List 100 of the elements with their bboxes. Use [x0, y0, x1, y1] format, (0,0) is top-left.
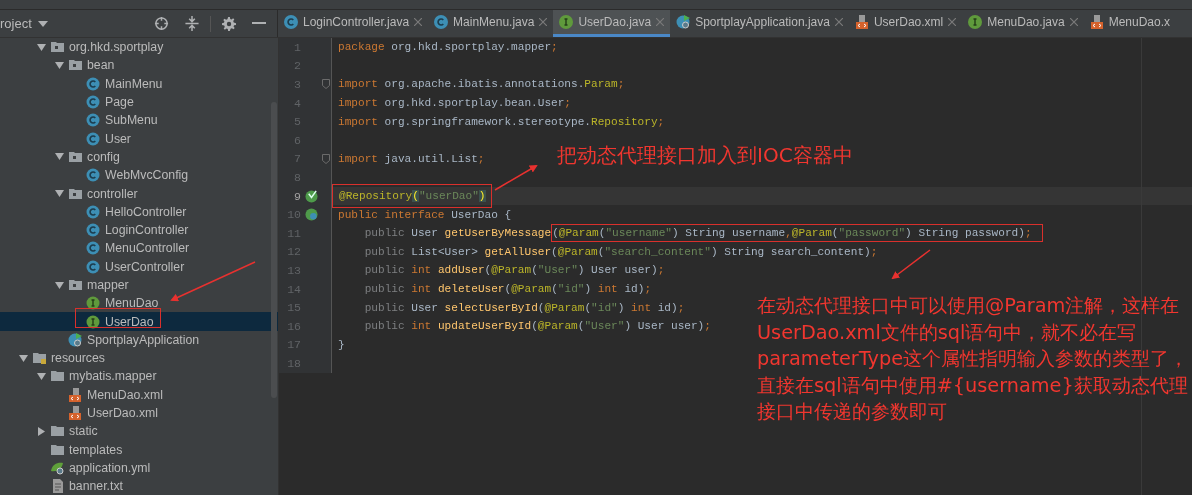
tree-item[interactable]: HelloController: [0, 202, 278, 221]
tree-item[interactable]: User: [0, 129, 278, 148]
fold-icon[interactable]: [322, 79, 330, 90]
code-line: public int updateUserById(@Param("User") User user);: [364, 320, 711, 333]
close-icon[interactable]: [539, 18, 548, 26]
collapse-arrow-icon[interactable]: [37, 426, 45, 436]
editor-tab[interactable]: UserDao.java: [553, 10, 671, 37]
fold-icon[interactable]: [322, 153, 330, 164]
close-icon[interactable]: [1069, 18, 1078, 26]
txt-icon: [50, 479, 65, 494]
expand-arrow-icon[interactable]: [54, 153, 64, 161]
tree-item[interactable]: mapper: [0, 275, 278, 295]
code-line: public User getUserByMessage(@Param("username") String username,@Param("password") String password);: [364, 227, 1043, 240]
callout-arrow: [891, 249, 931, 280]
tree-item[interactable]: application.yml: [0, 458, 278, 478]
tree-item[interactable]: config: [0, 147, 278, 167]
class-icon: [86, 259, 101, 274]
folder-icon: [50, 369, 65, 384]
expand-arrow-icon[interactable]: [36, 373, 46, 380]
package-icon: [68, 186, 83, 201]
class-file-icon: [434, 15, 449, 29]
class-icon: [86, 113, 101, 128]
minimize-icon[interactable]: [252, 22, 266, 25]
editor-tab[interactable]: MenuDao.java: [962, 10, 1084, 37]
locate-icon[interactable]: [154, 16, 169, 31]
class-icon: [86, 95, 101, 110]
editor-tab[interactable]: MenuDao.x: [1083, 10, 1177, 37]
code-line: public List<User> getAllUser(@Param("search_content") String search_content);: [364, 245, 878, 258]
tree-item[interactable]: MenuController: [0, 239, 278, 258]
package-icon: [68, 149, 83, 164]
code-line: import java.util.List;: [338, 152, 485, 165]
class-icon: [86, 131, 101, 146]
interface-icon: [86, 296, 101, 311]
tree-item[interactable]: UserController: [0, 257, 278, 276]
code-line: import org.hkd.sportplay.bean.User;: [338, 97, 572, 110]
annotation-text: 在动态代理接口中可以使用@Param注解，这样在UserDao.xml文件的sql语句中，就不必在写parameterType这个属性指明输入参数的类型了，直接在sql语句中使用#{username}获取动态代理接口中传递的参数即可: [757, 293, 1190, 425]
tree-item[interactable]: SportplayApplication: [0, 330, 278, 350]
class-file-icon: [284, 15, 298, 29]
tree-item[interactable]: MainMenu: [0, 74, 278, 93]
folder-icon: [50, 442, 65, 457]
settings-icon[interactable]: [222, 16, 236, 31]
bean-icon[interactable]: [304, 189, 318, 203]
resources-icon: [32, 351, 47, 366]
tree-item[interactable]: UserDao: [0, 312, 278, 331]
package-icon: [68, 58, 83, 73]
class-icon: [86, 168, 101, 183]
tree-item[interactable]: SubMenu: [0, 111, 278, 130]
annotation-text: 把动态代理接口加入到IOC容器中: [557, 142, 853, 169]
tree-item[interactable]: MenuDao.xml: [0, 385, 278, 404]
tree-item[interactable]: bean: [0, 56, 278, 75]
interface-file-icon: [968, 15, 983, 29]
close-icon[interactable]: [834, 18, 843, 26]
spring-icon: [68, 332, 83, 347]
class-icon: [86, 204, 101, 219]
class-icon: [86, 241, 101, 256]
xml-file-icon: [1089, 15, 1104, 29]
code-line: public User selectUserById(@Param("id") int id);: [364, 301, 685, 314]
code-line: public int deleteUser(@Param("id") int id);: [364, 283, 652, 295]
tree-item[interactable]: controller: [0, 184, 278, 203]
tree-item[interactable]: LoginController: [0, 220, 278, 240]
close-icon[interactable]: [948, 18, 957, 26]
code-line: package org.hkd.sportplay.mapper;: [338, 41, 558, 54]
tree-item[interactable]: UserDao.xml: [0, 403, 278, 423]
xml-icon: [68, 387, 83, 402]
spring-file-icon: [676, 15, 691, 29]
xml-icon: [68, 406, 83, 421]
editor-tab[interactable]: MainMenu.java: [428, 10, 554, 37]
editor-tab[interactable]: UserDao.xml: [848, 10, 963, 37]
implemented-icon[interactable]: [304, 208, 318, 222]
class-icon: [86, 223, 101, 238]
interface-icon: [86, 314, 101, 329]
package-icon: [68, 278, 83, 292]
tree-item[interactable]: MenuDao: [0, 294, 278, 313]
editor-tab[interactable]: SportplayApplication.java: [670, 10, 849, 37]
editor-tab[interactable]: LoginController.java: [278, 10, 429, 37]
xml-file-icon: [854, 15, 869, 29]
close-icon[interactable]: [414, 18, 423, 26]
panel-title[interactable]: roject: [0, 16, 32, 31]
scrollbar[interactable]: [271, 102, 277, 398]
interface-file-icon: [559, 15, 574, 29]
line-number: 9: [293, 189, 301, 203]
yml-icon: [50, 460, 65, 475]
tree-item[interactable]: templates: [0, 440, 278, 459]
tree-item[interactable]: WebMvcConfig: [0, 166, 278, 185]
code-line: public int addUser(@Param("User") User user);: [364, 264, 665, 277]
tree-item[interactable]: org.hkd.sportplay: [0, 38, 278, 57]
expand-arrow-icon[interactable]: [18, 354, 28, 362]
expand-arrow-icon[interactable]: [54, 190, 64, 197]
code-line: }: [338, 338, 345, 351]
collapse-icon[interactable]: [185, 16, 199, 31]
tree-item[interactable]: mybatis.mapper: [0, 367, 278, 386]
tree-item[interactable]: Page: [0, 92, 278, 112]
callout-arrow: [494, 165, 538, 191]
folder-icon: [50, 424, 65, 439]
tree-item[interactable]: resources: [0, 349, 278, 368]
code-line: import org.springframework.stereotype.Repository;: [338, 115, 665, 128]
tree-item[interactable]: banner.txt: [0, 477, 278, 495]
tree-item[interactable]: static: [0, 422, 278, 441]
caret-icon[interactable]: [37, 20, 48, 27]
expand-arrow-icon[interactable]: [54, 281, 64, 289]
